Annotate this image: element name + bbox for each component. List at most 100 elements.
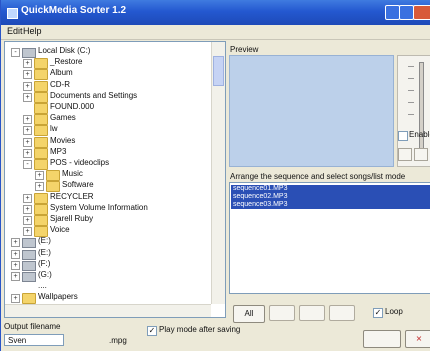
expand-icon[interactable]: + bbox=[23, 204, 32, 214]
folder-icon bbox=[34, 69, 48, 81]
slider-tick bbox=[408, 102, 414, 103]
output-filename-input[interactable]: Sven bbox=[4, 334, 64, 346]
exit-button[interactable]: × bbox=[405, 330, 430, 348]
title-bar[interactable]: QuickMedia Sorter 1.2 bbox=[1, 0, 430, 25]
maximize-button[interactable] bbox=[399, 5, 414, 20]
expand-icon[interactable]: + bbox=[11, 272, 20, 281]
folder-icon bbox=[34, 136, 48, 148]
tree-node-label: Voice bbox=[50, 225, 70, 235]
tree-node-label: Album bbox=[50, 68, 73, 78]
tree-node-label: lw bbox=[50, 124, 58, 134]
menu-edit[interactable]: Edit bbox=[7, 26, 23, 36]
menu-bar: Edit Help bbox=[1, 25, 430, 40]
expand-icon[interactable]: + bbox=[23, 59, 32, 69]
drive-icon bbox=[22, 48, 36, 58]
save-button[interactable] bbox=[363, 330, 401, 348]
folder-icon bbox=[34, 159, 48, 170]
remove-button[interactable] bbox=[329, 305, 355, 321]
expand-icon[interactable]: + bbox=[23, 115, 32, 125]
slider-tick bbox=[408, 66, 414, 67]
expand-icon[interactable]: + bbox=[23, 216, 32, 225]
tree-node-label: RECYCLER bbox=[50, 191, 94, 201]
expand-icon[interactable]: + bbox=[23, 227, 32, 237]
slider-track[interactable] bbox=[419, 62, 424, 160]
list-item[interactable]: sequence01.MP3 bbox=[231, 185, 430, 193]
expand-icon[interactable]: + bbox=[23, 137, 32, 147]
slider-tick bbox=[408, 114, 414, 115]
expand-icon[interactable]: + bbox=[35, 182, 44, 192]
folder-icon bbox=[46, 170, 60, 182]
tree-node-label: .... bbox=[38, 281, 47, 291]
close-button[interactable] bbox=[413, 5, 430, 20]
tree-node-label: Wallpapers bbox=[38, 292, 78, 302]
tree-node-label: System Volume Information bbox=[50, 202, 148, 212]
folder-icon bbox=[34, 114, 48, 126]
tree-node-label: Music bbox=[62, 169, 83, 179]
expand-icon[interactable]: + bbox=[23, 81, 32, 91]
enable-checkbox[interactable] bbox=[398, 131, 408, 141]
output-extension: .mpg bbox=[109, 336, 127, 345]
loop-checkbox[interactable]: ✓ bbox=[373, 308, 383, 318]
sequence-list[interactable]: sequence01.MP3 sequence02.MP3 sequence03… bbox=[229, 182, 430, 294]
sequence-label: Arrange the sequence and select songs/li… bbox=[230, 172, 406, 181]
expand-icon[interactable]: + bbox=[11, 260, 20, 270]
tree-node-label: Documents and Settings bbox=[50, 90, 138, 100]
menu-help[interactable]: Help bbox=[23, 26, 42, 36]
app-icon bbox=[7, 8, 18, 19]
drive-icon bbox=[22, 249, 36, 260]
list-item[interactable]: sequence03.MP3 bbox=[231, 201, 430, 209]
expand-icon[interactable]: + bbox=[23, 148, 32, 158]
folder-icon bbox=[34, 203, 48, 215]
expand-icon[interactable]: - bbox=[23, 160, 32, 169]
tree-node-label: Local Disk (C:) bbox=[38, 46, 91, 55]
list-item[interactable]: sequence02.MP3 bbox=[231, 193, 430, 201]
output-filename-label: Output filename bbox=[4, 322, 61, 331]
minimize-button[interactable] bbox=[385, 5, 400, 20]
folder-icon bbox=[34, 80, 48, 92]
select-all-button[interactable]: All bbox=[233, 305, 265, 323]
drive-icon bbox=[22, 238, 36, 249]
folder-icon bbox=[34, 215, 48, 226]
tree-vertical-scrollbar[interactable] bbox=[211, 42, 225, 304]
expand-icon[interactable]: + bbox=[35, 171, 44, 181]
expand-icon[interactable]: + bbox=[11, 238, 20, 248]
tree-node-label: (G:) bbox=[38, 270, 52, 279]
preview-next-button[interactable] bbox=[414, 148, 428, 161]
app-window: QuickMedia Sorter 1.2 Edit Help - Local D… bbox=[0, 0, 430, 351]
expand-icon[interactable]: + bbox=[23, 92, 32, 102]
preview-area bbox=[229, 55, 394, 167]
slider-tick bbox=[408, 78, 414, 79]
window-title: QuickMedia Sorter 1.2 bbox=[21, 5, 127, 16]
slider-tick bbox=[408, 90, 414, 91]
folder-icon bbox=[34, 192, 48, 204]
tree-node-label: (F:) bbox=[38, 258, 51, 268]
expand-icon[interactable]: + bbox=[23, 126, 32, 136]
tree-node-label: Movies bbox=[50, 135, 76, 145]
folder-icon bbox=[22, 293, 36, 305]
enable-label: Enable bbox=[409, 130, 430, 139]
scroll-thumb[interactable] bbox=[213, 56, 224, 86]
folder-icon bbox=[34, 147, 48, 159]
tree-node-label: FOUND.000 bbox=[50, 102, 95, 111]
play-after-save-label: Play mode after saving bbox=[159, 325, 241, 334]
drive-icon bbox=[22, 272, 36, 282]
move-up-button[interactable] bbox=[269, 305, 295, 321]
expand-icon[interactable]: - bbox=[11, 48, 20, 57]
preview-label: Preview bbox=[230, 45, 259, 54]
tree-node-label: _Restore bbox=[50, 57, 83, 67]
tree-node-label: (E:) bbox=[38, 247, 51, 257]
expand-icon[interactable]: + bbox=[23, 70, 32, 80]
folder-icon bbox=[34, 91, 48, 103]
folder-tree[interactable]: - Local Disk (C:) + _Restore + Album + CD-R + Doc… bbox=[4, 41, 226, 318]
tree-node-label: MP3 bbox=[50, 146, 67, 156]
preview-prev-button[interactable] bbox=[398, 148, 412, 161]
expand-icon[interactable]: + bbox=[11, 249, 20, 259]
play-after-save-checkbox[interactable]: ✓ bbox=[147, 326, 157, 336]
tree-node-label: CD-R bbox=[50, 79, 70, 89]
expand-icon[interactable]: + bbox=[23, 193, 32, 203]
expand-icon[interactable]: + bbox=[11, 294, 20, 304]
tree-node-label: Sjarell Ruby bbox=[50, 214, 94, 223]
folder-icon bbox=[34, 125, 48, 137]
tree-horizontal-scrollbar[interactable] bbox=[5, 304, 211, 317]
move-down-button[interactable] bbox=[299, 305, 325, 321]
